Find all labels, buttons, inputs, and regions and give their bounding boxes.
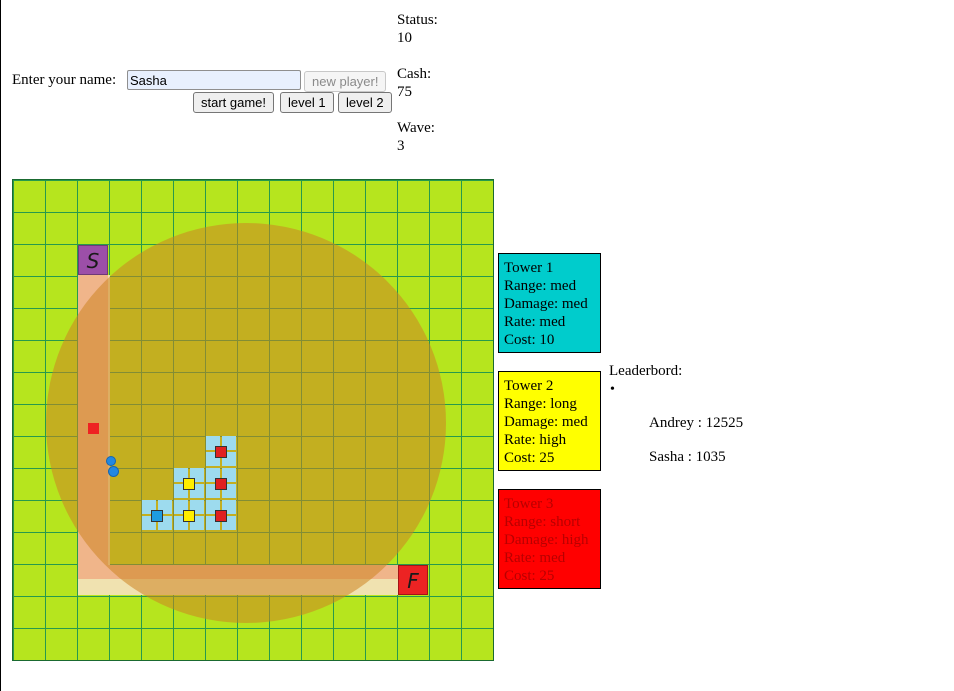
- tower-3-placed[interactable]: [215, 446, 227, 458]
- leaderboard: Leaderbord: • Andrey : 12525 Sasha : 103…: [609, 362, 743, 465]
- tower-2-card[interactable]: Tower 2 Range: long Damage: med Rate: hi…: [498, 371, 601, 471]
- tower-3-placed[interactable]: [215, 510, 227, 522]
- status-label: Status:: [397, 12, 438, 28]
- tower-3-placed[interactable]: [215, 478, 227, 490]
- projectile: [88, 423, 99, 434]
- tower-3-damage: Damage: high: [504, 532, 589, 548]
- tower-2-cost: Cost: 25: [504, 450, 555, 466]
- status-stat: Status: 10: [397, 11, 438, 47]
- tower-1-cost: Cost: 10: [504, 332, 555, 348]
- leaderboard-title: Leaderbord:: [609, 363, 683, 379]
- page-left-border: [0, 0, 1, 691]
- tower-1-damage: Damage: med: [504, 296, 588, 312]
- enemy-creep: [108, 466, 119, 477]
- tower-1-name: Tower 1: [504, 260, 554, 276]
- level-1-button[interactable]: level 1: [280, 92, 334, 113]
- tower-range-circle: [46, 223, 446, 623]
- tower-1-card[interactable]: Tower 1 Range: med Damage: med Rate: med…: [498, 253, 601, 353]
- start-tile: S: [78, 245, 108, 275]
- tower-3-rate: Rate: med: [504, 550, 566, 566]
- start-game-button[interactable]: start game!: [193, 92, 275, 113]
- tower-3-cost: Cost: 25: [504, 568, 555, 584]
- leaderboard-entry: Sasha : 1035: [649, 449, 726, 465]
- tower-2-name: Tower 2: [504, 378, 554, 394]
- tower-3-card[interactable]: Tower 3 Range: short Damage: high Rate: …: [498, 489, 601, 589]
- new-player-button[interactable]: new player!: [304, 71, 387, 92]
- tower-2-rate: Rate: high: [504, 432, 567, 448]
- wave-stat: Wave: 3: [397, 119, 435, 155]
- tower-1-range: Range: med: [504, 278, 577, 294]
- level-2-button[interactable]: level 2: [338, 92, 392, 113]
- name-input[interactable]: [127, 70, 301, 90]
- wave-value: 3: [397, 138, 405, 154]
- leaderboard-bullet: •: [610, 382, 615, 397]
- finish-tile: F: [398, 565, 428, 595]
- tower-2-range: Range: long: [504, 396, 577, 412]
- leaderboard-entry: Andrey : 12525: [649, 415, 744, 431]
- cash-label: Cash:: [397, 66, 432, 82]
- tower-2-placed[interactable]: [183, 478, 195, 490]
- enemy-creep: [106, 456, 116, 466]
- start-letter: S: [86, 249, 100, 273]
- tower-3-range: Range: short: [504, 514, 581, 530]
- tower-1-rate: Rate: med: [504, 314, 566, 330]
- cash-value: 75: [397, 84, 412, 100]
- finish-letter: F: [407, 569, 419, 593]
- game-board[interactable]: S F: [12, 179, 494, 661]
- tower-2-damage: Damage: med: [504, 414, 588, 430]
- tower-3-name: Tower 3: [504, 496, 554, 512]
- tower-1-placed[interactable]: [151, 510, 163, 522]
- name-label: Enter your name:: [12, 72, 117, 88]
- name-row: Enter your name:: [12, 70, 301, 90]
- status-value: 10: [397, 30, 412, 46]
- tower-2-placed[interactable]: [183, 510, 195, 522]
- cash-stat: Cash: 75: [397, 65, 431, 101]
- wave-label: Wave:: [397, 120, 435, 136]
